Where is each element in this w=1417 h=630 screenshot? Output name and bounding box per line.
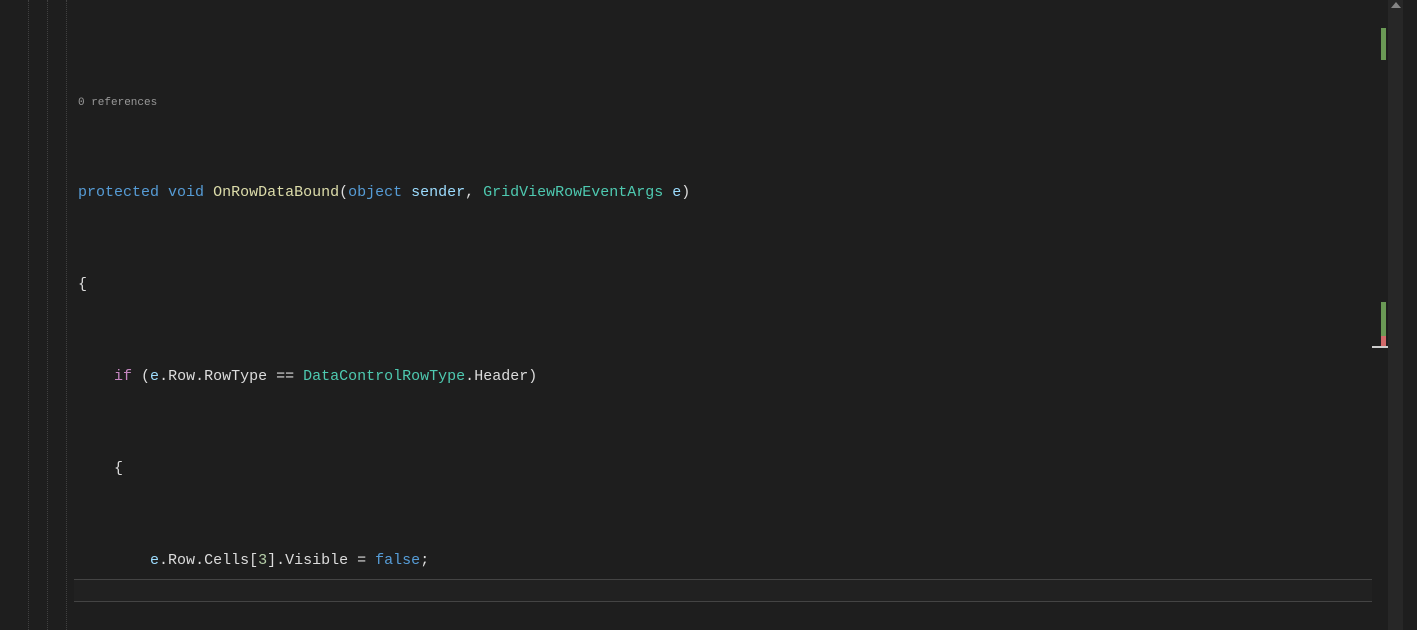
code-editor[interactable]: 0 references protected void OnRowDataBou…	[0, 0, 1372, 630]
code-line[interactable]: if (e.Row.RowType == DataControlRowType.…	[78, 365, 1372, 388]
code-line[interactable]: {	[78, 273, 1372, 296]
codelens-references[interactable]: 0 references	[78, 92, 1372, 112]
overview-cursor-marker	[1372, 346, 1388, 348]
code-line[interactable]: e.Row.Cells[3].Visible = false;	[78, 549, 1372, 572]
margin-gutter	[0, 0, 14, 630]
overview-change-marker	[1381, 302, 1386, 336]
current-line-highlight	[74, 579, 1372, 602]
scroll-up-arrow-icon[interactable]	[1391, 2, 1401, 8]
code-line[interactable]: {	[78, 457, 1372, 480]
overview-change-marker	[1381, 28, 1386, 60]
code-area[interactable]: 0 references protected void OnRowDataBou…	[74, 0, 1372, 630]
folding-gutter[interactable]	[14, 0, 74, 630]
overview-error-marker	[1381, 336, 1386, 346]
right-rail	[1372, 0, 1417, 630]
code-line[interactable]: protected void OnRowDataBound(object sen…	[78, 181, 1372, 204]
vertical-scrollbar[interactable]	[1388, 0, 1403, 630]
